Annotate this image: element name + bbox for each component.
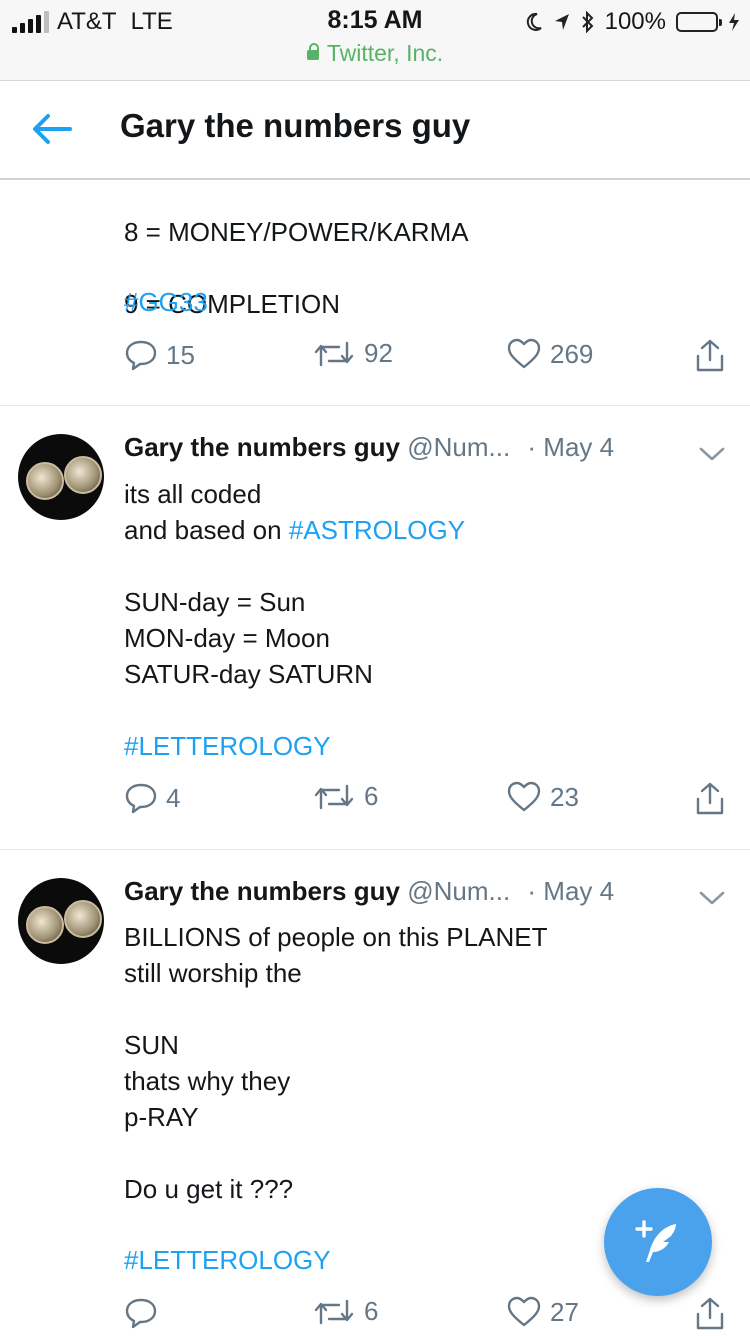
like-count: 27 [550, 1296, 579, 1327]
status-right: 100% [525, 8, 740, 36]
hashtag-link[interactable]: #GG33 [124, 284, 208, 320]
status-bar: AT&T LTE 8:15 AM Twitter, Inc. 100% [0, 0, 750, 81]
compose-tweet-button[interactable] [604, 1188, 712, 1296]
like-button[interactable]: 27 [506, 1296, 579, 1328]
site-name: Twitter, Inc. [326, 40, 444, 66]
author-name[interactable]: Gary the numbers guy [124, 876, 400, 906]
tweet-header: Gary the numbers guy @Num... · May 4 [124, 432, 614, 463]
heart-icon [507, 338, 541, 369]
avatar[interactable] [18, 878, 104, 964]
tweet-body: its all coded and based on #ASTROLOGY [124, 476, 724, 548]
page-title: Gary the numbers guy [120, 107, 471, 144]
share-icon [696, 782, 724, 815]
tweet-date: · May 4 [527, 876, 615, 906]
tweet-actions: 4 6 23 [0, 781, 750, 821]
reply-button[interactable]: 15 [124, 338, 195, 372]
like-count: 23 [550, 781, 579, 812]
bluetooth-icon [581, 11, 594, 33]
tweet-header: Gary the numbers guy @Num... · May 4 [124, 876, 614, 907]
like-count: 269 [550, 338, 594, 369]
share-icon [696, 1297, 724, 1330]
divider [0, 405, 750, 406]
share-icon [696, 339, 724, 372]
reply-count: 15 [166, 339, 195, 370]
tweet-actions: 15 92 269 [0, 338, 750, 378]
heart-icon [507, 781, 541, 812]
tweet-line: 8 = MONEY/POWER/KARMA [124, 217, 469, 247]
share-button[interactable] [694, 338, 734, 374]
hashtag-link[interactable]: #LETTEROLOGY [124, 1242, 331, 1278]
battery-percent: 100% [604, 8, 666, 35]
compose-tweet-icon [635, 1220, 676, 1262]
charging-bolt-icon [729, 13, 739, 31]
retweet-count: 92 [364, 338, 393, 368]
retweet-button[interactable]: 6 [312, 781, 378, 812]
tweet-text: SUN-day = Sun MON-day = Moon SATUR-day S… [124, 587, 373, 689]
tweet-body: 8 = MONEY/POWER/KARMA 9 = COMPLETION [124, 178, 469, 358]
like-button[interactable]: 269 [506, 338, 593, 370]
author-handle[interactable]: @Num... [407, 432, 510, 462]
hashtag-link[interactable]: #LETTEROLOGY [124, 728, 331, 764]
retweet-icon [314, 341, 354, 366]
avatar[interactable] [18, 434, 104, 520]
heart-icon [507, 1296, 541, 1327]
share-button[interactable] [694, 1296, 734, 1332]
tweet-text: its all coded and based on [124, 479, 282, 545]
retweet-button[interactable]: 6 [312, 1296, 378, 1327]
reply-count: 4 [166, 782, 181, 813]
arrow-left-icon[interactable] [30, 109, 74, 149]
retweet-icon [314, 1299, 354, 1324]
reply-icon [125, 1298, 157, 1329]
site-identity: Twitter, Inc. [0, 40, 750, 67]
tweet-date: · May 4 [527, 432, 615, 462]
tweet-text: BILLIONS of people on this PLANET still … [124, 922, 548, 1204]
reply-icon [125, 340, 157, 371]
battery-icon [676, 12, 722, 32]
reply-button[interactable] [124, 1296, 166, 1330]
moon-icon [526, 12, 542, 31]
retweet-button[interactable]: 92 [312, 338, 393, 369]
retweet-icon [314, 784, 354, 809]
author-handle[interactable]: @Num... [407, 876, 510, 906]
retweet-count: 6 [364, 1296, 379, 1326]
divider [0, 849, 750, 850]
chevron-down-icon[interactable] [698, 888, 726, 908]
profile-header: Gary the numbers guy [0, 81, 750, 180]
lock-icon [306, 43, 319, 60]
reply-icon [125, 783, 157, 814]
share-button[interactable] [694, 781, 734, 817]
like-button[interactable]: 23 [506, 781, 579, 813]
location-arrow-icon [554, 14, 569, 30]
chevron-down-icon[interactable] [698, 444, 726, 464]
retweet-count: 6 [364, 781, 379, 811]
author-name[interactable]: Gary the numbers guy [124, 432, 400, 462]
reply-button[interactable]: 4 [124, 781, 180, 815]
tweet-actions: 6 27 [0, 1296, 750, 1336]
hashtag-link[interactable]: #ASTROLOGY [289, 515, 465, 545]
